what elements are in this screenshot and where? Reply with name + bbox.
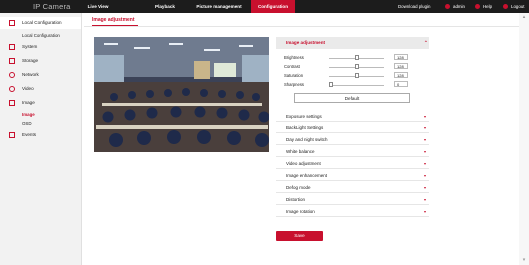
sidebar-item-label: Image	[22, 100, 35, 105]
sharpness-slider-thumb[interactable]	[329, 82, 333, 87]
help-icon	[475, 4, 480, 9]
classroom-scene	[94, 37, 269, 152]
network-icon	[9, 72, 15, 78]
video-preview[interactable]	[94, 37, 269, 152]
sharpness-input[interactable]: 0	[394, 81, 408, 87]
sidebar-item-image[interactable]: Image	[0, 97, 81, 109]
tab-live-view[interactable]: Live View	[80, 0, 116, 13]
sidebar-item-network[interactable]: Network	[0, 69, 81, 81]
tab-playback[interactable]: Playback	[147, 0, 183, 13]
download-plugin-link[interactable]: Download plugin	[398, 0, 430, 13]
user-name[interactable]: admin	[453, 0, 465, 13]
brightness-label: Brightness	[284, 55, 304, 60]
logout-link[interactable]: Logout	[511, 0, 524, 13]
tab-configuration[interactable]: Configuration	[251, 0, 295, 13]
chevron-down-icon: ▾	[424, 137, 427, 142]
sidebar-item-label: System	[22, 44, 38, 49]
sharpness-label: Sharpness	[284, 82, 305, 87]
contrast-input[interactable]: 128	[394, 63, 408, 69]
user-icon	[445, 4, 450, 9]
scroll-down-icon[interactable]: ▾	[521, 257, 527, 263]
scroll-up-icon[interactable]: ▴	[521, 14, 527, 20]
panel-heading: Image adjustment	[286, 40, 326, 45]
sidebar-item-local-configuration[interactable]: Local Configuration	[0, 17, 81, 29]
section-white-balance[interactable]: White balance ▾	[276, 147, 429, 157]
sidebar-subitem-osd[interactable]: OSD	[22, 121, 32, 126]
brightness-input[interactable]: 128	[394, 54, 408, 60]
saturation-row: Saturation 128	[276, 72, 429, 80]
sidebar-item-events[interactable]: Events	[0, 129, 81, 141]
help-link[interactable]: Help	[483, 0, 492, 13]
sidebar-item-label: Local Configuration	[22, 20, 62, 25]
chevron-down-icon: ▾	[424, 185, 427, 190]
brand-title: IP Camera	[33, 2, 71, 11]
section-defog-mode[interactable]: Defog mode ▾	[276, 183, 429, 193]
chevron-down-icon: ▾	[424, 125, 427, 130]
chevron-down-icon: ▾	[424, 197, 427, 202]
image-icon	[9, 100, 15, 106]
section-video-adjustment[interactable]: Video adjustment ▾	[276, 159, 429, 169]
contrast-slider-thumb[interactable]	[354, 64, 359, 69]
sidebar-subitem-image[interactable]: Image	[22, 112, 35, 117]
section-label: Day and night switch	[286, 137, 328, 142]
sidebar-item-video[interactable]: Video	[0, 83, 81, 95]
brightness-slider-thumb[interactable]	[354, 55, 359, 60]
events-icon	[9, 132, 15, 138]
section-backlight-settings[interactable]: BackLight Settings ▾	[276, 123, 429, 133]
contrast-row: Contrast 128	[276, 63, 429, 71]
section-label: Distortion	[286, 197, 306, 202]
sidebar: Local Configuration Local Configuration …	[0, 13, 82, 265]
section-label: Defog mode	[286, 185, 311, 190]
brightness-row: Brightness 128	[276, 54, 429, 62]
section-day-and-night-switch[interactable]: Day and night switch ▾	[276, 135, 429, 145]
contrast-label: Contrast	[284, 64, 300, 69]
chevron-down-icon: ▾	[424, 149, 427, 154]
top-navigation-bar: IP Camera Live View Playback Picture man…	[0, 0, 529, 13]
storage-icon	[9, 58, 15, 64]
section-label: White balance	[286, 149, 315, 154]
saturation-label: Saturation	[284, 73, 304, 78]
default-button[interactable]: Default	[294, 93, 410, 103]
section-label: Exposure settings	[286, 114, 322, 119]
sharpness-row: Sharpness 0	[276, 81, 429, 89]
image-adjustment-header[interactable]: Image adjustment ⌃	[276, 37, 429, 49]
section-label: Video adjustment	[286, 161, 321, 166]
sidebar-item-label: Network	[22, 72, 39, 77]
section-image-enhancement[interactable]: Image enhancement ▾	[276, 171, 429, 181]
sidebar-item-label: Storage	[22, 58, 39, 63]
chevron-down-icon: ▾	[424, 173, 427, 178]
vertical-scrollbar[interactable]: ▴ ▾	[519, 13, 529, 265]
system-icon	[9, 44, 15, 50]
page-title: Image adjustment	[92, 17, 135, 23]
sidebar-subitem-local-configuration[interactable]: Local Configuration	[22, 33, 60, 38]
chevron-down-icon: ▾	[424, 114, 427, 119]
logout-icon	[503, 4, 508, 9]
tab-picture-management[interactable]: Picture management	[190, 0, 248, 13]
section-label: Image rotation	[286, 209, 315, 214]
sidebar-item-system[interactable]: System	[0, 41, 81, 53]
video-icon	[9, 86, 15, 92]
divider	[84, 26, 529, 27]
chevron-up-icon: ⌃	[424, 40, 428, 45]
chevron-down-icon: ▾	[424, 209, 427, 214]
section-label: BackLight Settings	[286, 125, 324, 130]
sharpness-slider[interactable]	[329, 84, 384, 86]
chevron-down-icon: ▾	[424, 161, 427, 166]
section-exposure-settings[interactable]: Exposure settings ▾	[276, 112, 429, 122]
monitor-icon	[9, 20, 15, 26]
sidebar-item-storage[interactable]: Storage	[0, 55, 81, 67]
save-button[interactable]: Save	[276, 231, 323, 241]
saturation-input[interactable]: 128	[394, 72, 408, 78]
section-label: Image enhancement	[286, 173, 328, 178]
sidebar-item-label: Events	[22, 132, 37, 137]
sidebar-item-label: Video	[22, 86, 34, 91]
section-image-rotation[interactable]: Image rotation ▾	[276, 207, 429, 217]
saturation-slider-thumb[interactable]	[354, 73, 359, 78]
section-distortion[interactable]: Distortion ▾	[276, 195, 429, 205]
